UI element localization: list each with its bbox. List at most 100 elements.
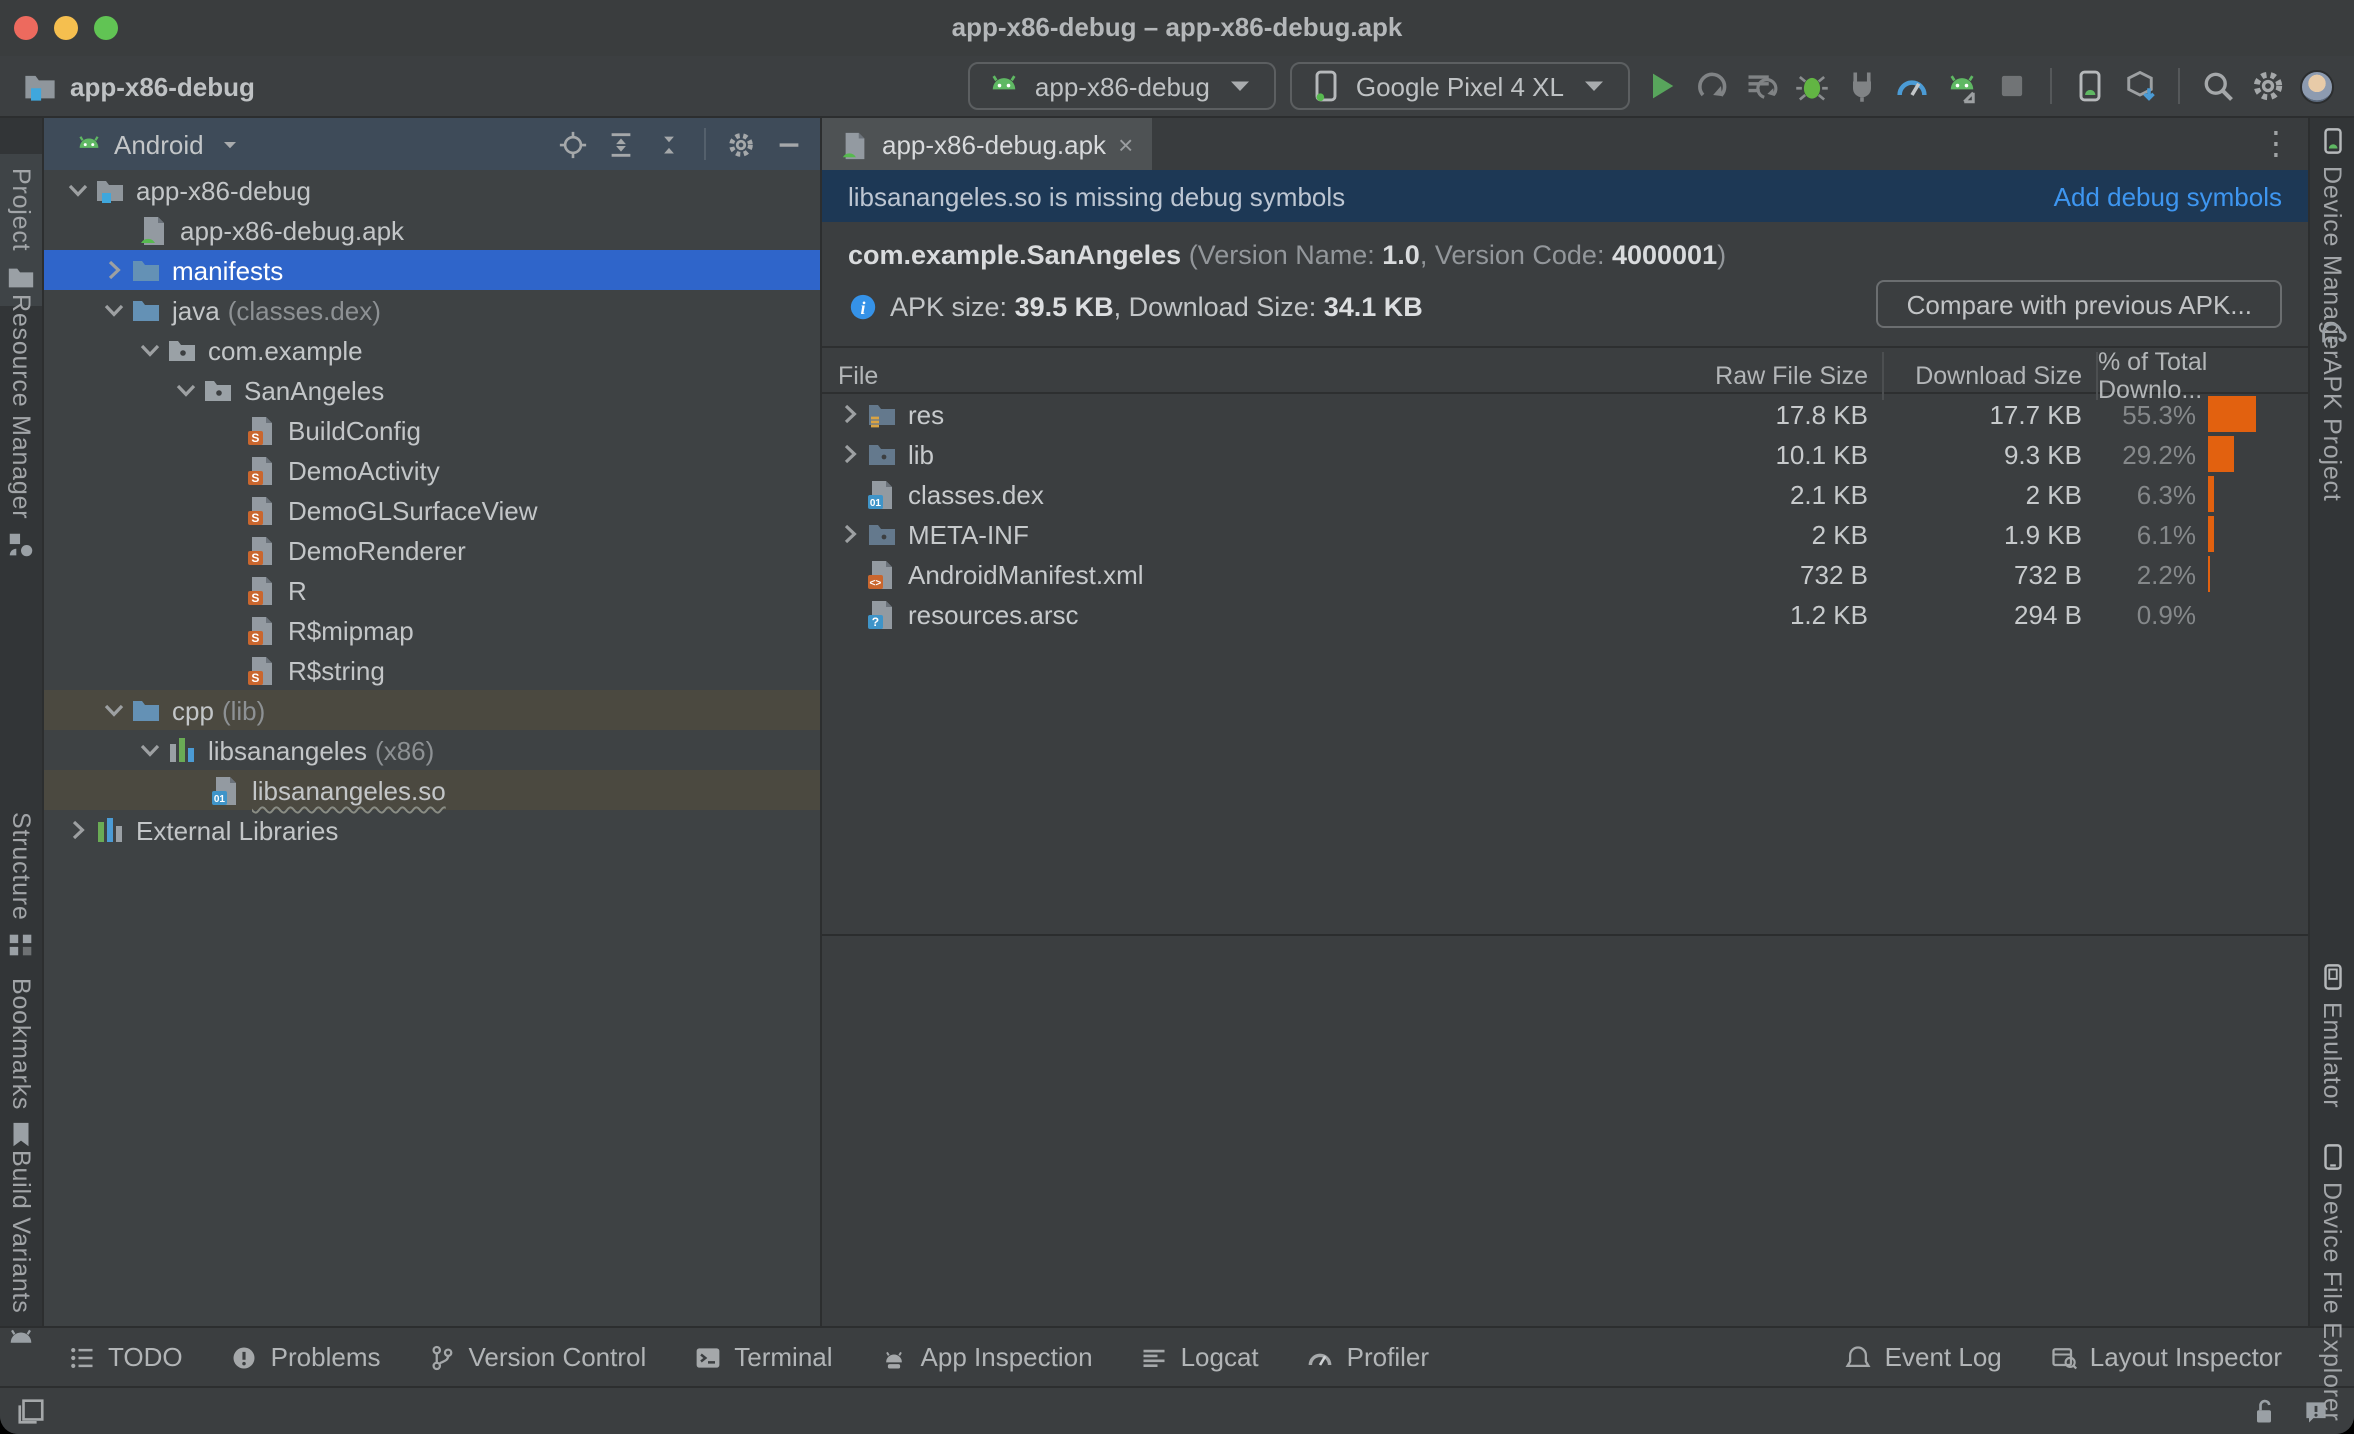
- device-manager-button[interactable]: [2072, 68, 2108, 104]
- tree-item-app-x86-debug-apk[interactable]: app-x86-debug.apk: [44, 210, 820, 250]
- tab-options-kebab-icon[interactable]: ⋮: [2260, 124, 2308, 164]
- toolwindow-button-todo[interactable]: TODO: [44, 1342, 207, 1372]
- chevron-down-icon[interactable]: [134, 734, 166, 766]
- toolwindow-button-event-log[interactable]: Event Log: [1821, 1342, 2026, 1372]
- tab-apk-file[interactable]: app-x86-debug.apk ×: [822, 118, 1152, 170]
- settings-button[interactable]: [2250, 68, 2286, 104]
- apk-row-classes-dex[interactable]: 01 classes.dex 2.1 KB 2 KB 6.3%: [822, 474, 2308, 514]
- tree-item-r[interactable]: SR: [44, 570, 820, 610]
- toolwindow-button-layout-inspector[interactable]: Layout Inspector: [2026, 1342, 2306, 1372]
- settings-icon[interactable]: [726, 129, 756, 159]
- tree-item-app-x86-debug[interactable]: app-x86-debug: [44, 170, 820, 210]
- tree-item-cpp[interactable]: cpp (lib): [44, 690, 820, 730]
- column-percent[interactable]: % of Total Downlo...: [2098, 348, 2308, 404]
- class-file-icon: S: [246, 454, 278, 486]
- close-tab-icon[interactable]: ×: [1118, 129, 1133, 159]
- tree-item-com-example[interactable]: com.example: [44, 330, 820, 370]
- apk-row-meta-inf[interactable]: META-INF 2 KB 1.9 KB 6.1%: [822, 514, 2308, 554]
- toolwindow-button-terminal[interactable]: Terminal: [670, 1342, 856, 1372]
- tree-item-r-mipmap[interactable]: S R$mipmap: [44, 610, 820, 650]
- apk-row-resources-arsc[interactable]: ? resources.arsc 1.2 KB 294 B 0.9%: [822, 594, 2308, 634]
- module-folder-icon: [94, 174, 126, 206]
- compare-apk-button[interactable]: Compare with previous APK...: [1876, 280, 2282, 328]
- project-panel-header: Android: [44, 118, 820, 170]
- chevron-down-icon[interactable]: [170, 374, 202, 406]
- class-file-icon: S: [246, 654, 278, 686]
- tool-window-bar: TODO Problems Version Control Terminal App I…: [0, 1326, 2354, 1386]
- chevron-right-icon[interactable]: [834, 438, 866, 470]
- svg-text:S: S: [251, 471, 259, 485]
- svg-text:<>: <>: [870, 578, 882, 589]
- stripe-tab-resource-manager[interactable]: Resource Manager: [0, 294, 42, 559]
- toolwindow-button-profiler[interactable]: Profiler: [1283, 1342, 1453, 1372]
- tree-item-demoglsurfaceview[interactable]: S DemoGLSurfaceView: [44, 490, 820, 530]
- locate-icon[interactable]: [558, 129, 588, 159]
- project-view-select[interactable]: Android: [114, 129, 204, 159]
- sdk-manager-button[interactable]: [2122, 68, 2158, 104]
- toolwindow-button-logcat[interactable]: Logcat: [1117, 1342, 1283, 1372]
- tree-item-manifests[interactable]: manifests: [44, 250, 820, 290]
- apk-row-androidmanifest-xml[interactable]: <> AndroidManifest.xml 732 B 732 B 2.2%: [822, 554, 2308, 594]
- profile-apk-button[interactable]: [1944, 68, 1980, 104]
- tree-item-r-string[interactable]: S R$string: [44, 650, 820, 690]
- chevron-down-icon[interactable]: [98, 294, 130, 326]
- tool-windows-icon[interactable]: [16, 1396, 46, 1426]
- project-tool-window: Android app-x86-debug app-x86-debug.apk ma…: [44, 118, 822, 1326]
- column-raw-size[interactable]: Raw File Size: [1672, 348, 1884, 404]
- tree-item-external-libraries[interactable]: External Libraries: [44, 810, 820, 850]
- tree-item-demoactivity[interactable]: S DemoActivity: [44, 450, 820, 490]
- expand-all-icon[interactable]: [606, 129, 636, 159]
- chevron-right-icon[interactable]: [98, 254, 130, 286]
- problems-icon: [231, 1343, 259, 1371]
- tree-item-buildconfig[interactable]: S BuildConfig: [44, 410, 820, 450]
- chevron-right-icon[interactable]: [834, 518, 866, 550]
- tree-item-demorenderer[interactable]: S DemoRenderer: [44, 530, 820, 570]
- column-file[interactable]: File: [822, 348, 1672, 404]
- unlock-icon[interactable]: [2250, 1397, 2278, 1425]
- project-widget[interactable]: app-x86-debug: [0, 68, 255, 104]
- stripe-tab-project[interactable]: Project: [0, 154, 42, 306]
- search-everywhere-button[interactable]: [2200, 68, 2236, 104]
- chevron-down-icon[interactable]: [98, 694, 130, 726]
- tree-item-sanangeles[interactable]: SanAngeles: [44, 370, 820, 410]
- percent-of-total: 29.2%: [2122, 439, 2196, 469]
- debug-button[interactable]: [1794, 68, 1830, 104]
- apk-size-line: i APK size: 39.5 KB, Download Size: 34.1…: [848, 292, 1423, 322]
- apply-changes-button[interactable]: [1694, 68, 1730, 104]
- toolwindow-button-app-inspection[interactable]: App Inspection: [857, 1342, 1117, 1372]
- apk-row-lib[interactable]: lib 10.1 KB 9.3 KB 29.2%: [822, 434, 2308, 474]
- stripe-tab-emulator[interactable]: Emulator: [2310, 962, 2354, 1108]
- add-debug-symbols-link[interactable]: Add debug symbols: [2054, 181, 2282, 211]
- toolwindow-button-problems[interactable]: Problems: [207, 1342, 405, 1372]
- tree-item-java[interactable]: java (classes.dex): [44, 290, 820, 330]
- column-download-size[interactable]: Download Size: [1884, 348, 2098, 404]
- avatar[interactable]: [2300, 69, 2334, 103]
- chevron-down-icon[interactable]: [62, 174, 94, 206]
- run-button[interactable]: [1644, 68, 1680, 104]
- device-select[interactable]: Google Pixel 4 XL: [1289, 62, 1630, 110]
- chevron-right-icon[interactable]: [62, 814, 94, 846]
- tree-item-libsanangeles-so[interactable]: 01 libsanangeles.so: [44, 770, 820, 810]
- stripe-tab-build-variants[interactable]: Build Variants: [0, 1150, 42, 1354]
- chevron-down-icon[interactable]: [134, 334, 166, 366]
- profile-button[interactable]: [1894, 68, 1930, 104]
- apply-code-changes-button[interactable]: [1744, 68, 1780, 104]
- stripe-tab-bookmarks[interactable]: Bookmarks: [0, 978, 42, 1150]
- stripe-tab-apk-project[interactable]: APK Project: [2310, 318, 2354, 502]
- collapse-all-icon[interactable]: [654, 129, 684, 159]
- tree-item-libsanangeles[interactable]: libsanangeles (x86): [44, 730, 820, 770]
- stop-button[interactable]: [1994, 68, 2030, 104]
- stripe-tab-structure[interactable]: Structure: [0, 812, 42, 961]
- bookmark-icon: [6, 1120, 36, 1150]
- toolwindow-button-version-control[interactable]: Version Control: [405, 1342, 671, 1372]
- info-icon: i: [848, 292, 878, 322]
- run-configuration-select[interactable]: app-x86-debug: [968, 62, 1276, 110]
- attach-debugger-button[interactable]: [1844, 68, 1880, 104]
- chevron-down-icon[interactable]: [218, 129, 242, 159]
- svg-text:S: S: [251, 551, 259, 565]
- stripe-tab-device-file-explorer[interactable]: Device File Explorer: [2310, 1142, 2354, 1422]
- hide-icon[interactable]: [774, 129, 804, 159]
